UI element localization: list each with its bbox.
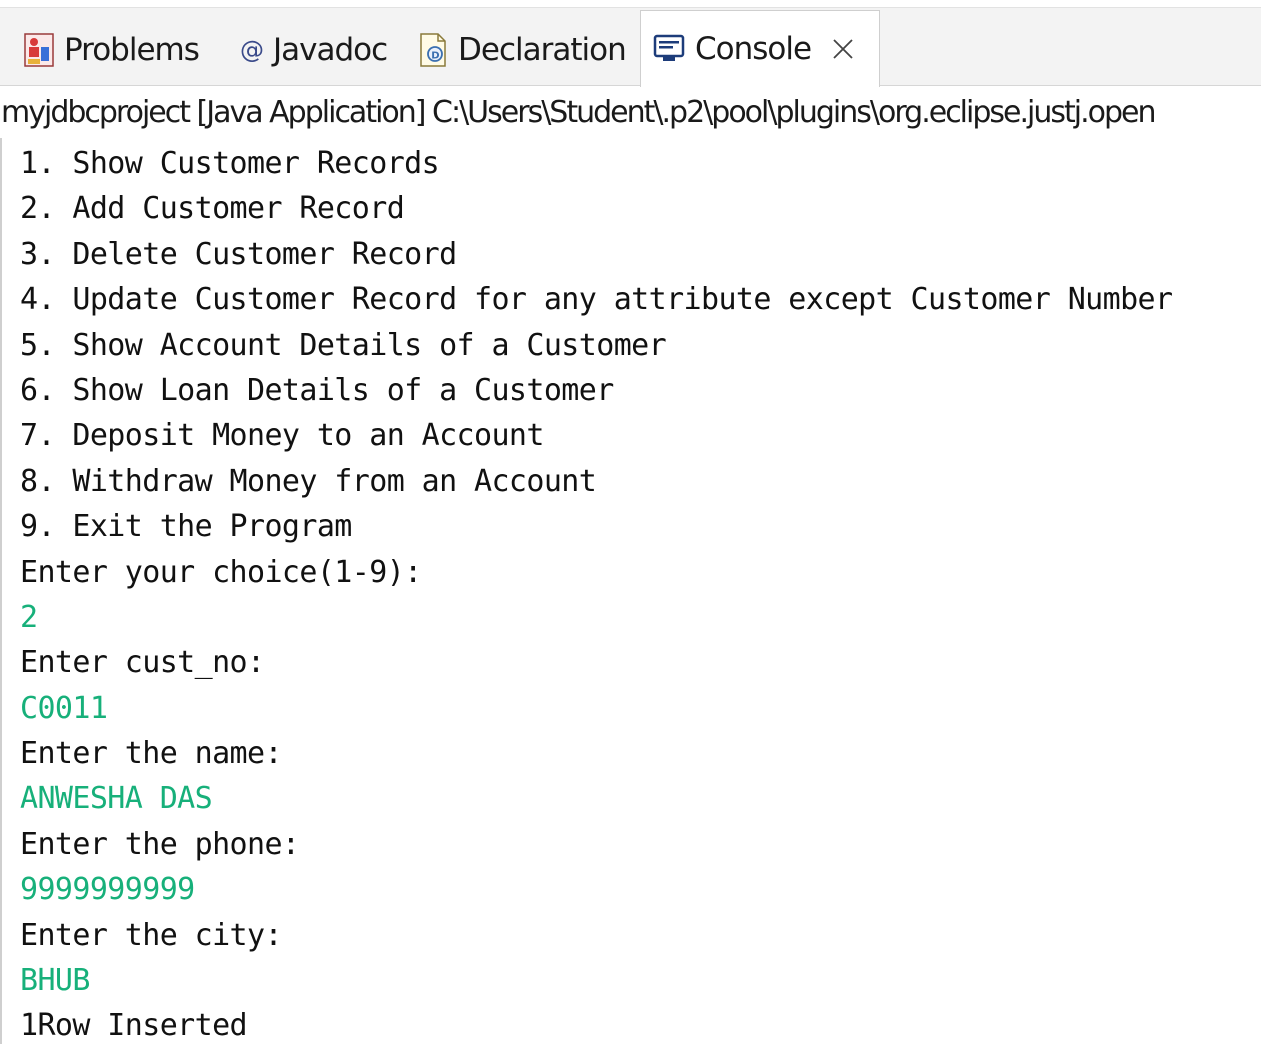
console-output-line: 1. Show Customer Records bbox=[20, 146, 440, 181]
console-output-line: 9. Exit the Program bbox=[20, 509, 352, 545]
console-input-line: ANWESHA DAS bbox=[20, 781, 213, 817]
console-output-line: 1Row Inserted bbox=[20, 1008, 248, 1044]
tab-javadoc[interactable]: @ Javadoc bbox=[240, 14, 388, 86]
console-output-line: Enter the phone: bbox=[20, 826, 300, 862]
console-output-line: 8. Withdraw Money from an Account bbox=[20, 463, 597, 499]
console-output-line: 4. Update Customer Record for any attrib… bbox=[20, 282, 1173, 318]
view-tab-bar: Problems @ Javadoc D Declaration Console bbox=[0, 0, 1261, 87]
console-left-border bbox=[0, 138, 2, 1044]
console-process-description: myjdbcproject [Java Application] C:\User… bbox=[0, 88, 1261, 138]
console-input-line: 2 bbox=[20, 599, 38, 635]
console-icon bbox=[653, 33, 685, 65]
console-output-line: 7. Deposit Money to an Account bbox=[20, 418, 544, 454]
console-output-line: Enter your choice(1-9): bbox=[20, 554, 422, 590]
console-output-line: Enter cust_no: bbox=[20, 645, 265, 681]
console-output-line: 3. Delete Customer Record bbox=[20, 236, 457, 272]
tab-console-label: Console bbox=[695, 31, 812, 67]
tab-console[interactable]: Console bbox=[640, 10, 880, 87]
close-icon[interactable] bbox=[831, 37, 855, 61]
tab-bar-top-line bbox=[0, 0, 1261, 8]
tab-javadoc-label: Javadoc bbox=[273, 32, 388, 68]
at-sign-icon: @ bbox=[240, 36, 264, 64]
console-input-line: BHUB bbox=[20, 963, 90, 999]
tab-declaration-label: Declaration bbox=[458, 32, 627, 68]
tab-declaration[interactable]: D Declaration bbox=[418, 14, 627, 86]
problems-icon bbox=[24, 33, 54, 67]
console-output-line: 2. Add Customer Record bbox=[20, 191, 405, 227]
tab-problems-label: Problems bbox=[64, 32, 200, 68]
svg-text:D: D bbox=[431, 51, 439, 62]
console-output-line: 6. Show Loan Details of a Customer bbox=[20, 372, 614, 408]
console-output-line: Enter the city: bbox=[20, 917, 283, 953]
eclipse-console-view: Problems @ Javadoc D Declaration Console… bbox=[0, 0, 1261, 1044]
console-output-line: 5. Show Account Details of a Customer bbox=[20, 327, 667, 363]
console-input-line: C0011 bbox=[20, 690, 108, 726]
console-output-line: Enter the name: bbox=[20, 736, 283, 772]
declaration-icon: D bbox=[418, 33, 448, 67]
console-output[interactable]: 1. Show Customer Records 2. Add Customer … bbox=[20, 141, 1261, 1044]
console-input-line: 9999999999 bbox=[20, 872, 195, 908]
tab-problems[interactable]: Problems bbox=[24, 14, 200, 86]
